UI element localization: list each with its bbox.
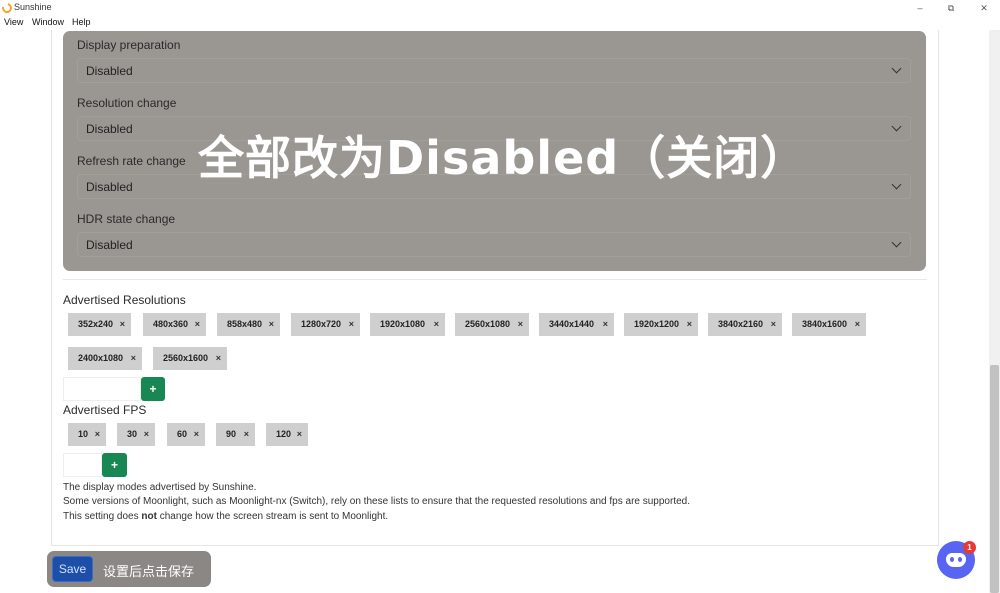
- fps-chip: 30 ×: [117, 423, 155, 446]
- chip-label: 120: [276, 429, 292, 439]
- discord-eye: [950, 557, 954, 562]
- resolution-chip: 3840x2160 ×: [708, 313, 782, 336]
- chevron-down-icon: [891, 121, 902, 132]
- chip-label: 2400x1080: [78, 353, 124, 363]
- resolution-chip: 3840x1600 ×: [792, 313, 866, 336]
- remove-icon[interactable]: ×: [603, 313, 608, 336]
- scrollbar-thumb[interactable]: [990, 365, 999, 593]
- advertised-resolutions-title: Advertised Resolutions: [63, 293, 186, 307]
- description-text: change how the screen stream is sent to …: [156, 511, 389, 522]
- chevron-down-icon: [891, 237, 902, 248]
- chip-label: 352x240: [78, 319, 114, 329]
- chip-label: 3840x1600: [802, 319, 848, 329]
- hdr-state-change-select[interactable]: Disabled: [77, 232, 911, 257]
- chevron-down-icon: [891, 179, 902, 190]
- menu-window[interactable]: Window: [32, 17, 64, 27]
- resolution-chip: 1920x1080 ×: [370, 313, 445, 336]
- description-text: This setting does: [63, 511, 142, 522]
- resolution-input[interactable]: [63, 377, 141, 401]
- chip-label: 480x360: [153, 319, 189, 329]
- chip-label: 1920x1080: [380, 319, 426, 329]
- remove-icon[interactable]: ×: [95, 423, 100, 446]
- overlay-caption: 全部改为Disabled（关闭）: [198, 131, 808, 185]
- resolution-chip: 858x480 ×: [217, 313, 280, 336]
- description-line-2: Some versions of Moonlight, such as Moon…: [63, 496, 690, 507]
- select-value: Disabled: [86, 238, 133, 252]
- resolution-chip: 3440x1440 ×: [539, 313, 614, 336]
- fps-chip: 120 ×: [266, 423, 308, 446]
- resolution-chip: 352x240 ×: [68, 313, 131, 336]
- resolution-chip: 1920x1200 ×: [624, 313, 698, 336]
- remove-icon[interactable]: ×: [349, 313, 354, 336]
- chip-label: 2560x1600: [163, 353, 209, 363]
- sunshine-logo-icon: [0, 1, 14, 15]
- remove-icon[interactable]: ×: [855, 313, 860, 336]
- menu-bar: View Window Help: [0, 16, 1000, 30]
- remove-icon[interactable]: ×: [771, 313, 776, 336]
- description-line-1: The display modes advertised by Sunshine…: [63, 482, 257, 493]
- resolution-chip: 480x360 ×: [143, 313, 206, 336]
- remove-icon[interactable]: ×: [269, 313, 274, 336]
- discord-icon: [946, 553, 966, 567]
- resolution-chip: 1280x720 ×: [291, 313, 360, 336]
- save-caption: 设置后点击保存: [103, 565, 195, 580]
- description-line-3: This setting does not change how the scr…: [63, 511, 388, 522]
- menu-view[interactable]: View: [4, 17, 23, 27]
- chevron-down-icon: [891, 63, 902, 74]
- remove-icon[interactable]: ×: [297, 423, 302, 446]
- discord-eye: [958, 557, 962, 562]
- minimize-button[interactable]: –: [910, 1, 930, 15]
- chip-label: 90: [226, 429, 237, 439]
- section-divider: [63, 279, 927, 280]
- chip-label: 30: [127, 429, 138, 439]
- advertised-fps-title: Advertised FPS: [63, 403, 147, 417]
- title-bar: Sunshine – ⧉ ✕: [0, 0, 1000, 16]
- select-value: Disabled: [86, 180, 133, 194]
- select-value: Disabled: [86, 122, 133, 136]
- fps-chip: 10 ×: [68, 423, 106, 446]
- resolution-chip: 2400x1080 ×: [68, 347, 142, 370]
- chip-label: 858x480: [227, 319, 263, 329]
- remove-icon[interactable]: ×: [120, 313, 125, 336]
- chip-label: 10: [78, 429, 89, 439]
- remove-icon[interactable]: ×: [131, 347, 136, 370]
- maximize-button[interactable]: ⧉: [941, 1, 961, 15]
- resolution-chip: 2560x1600 ×: [153, 347, 227, 370]
- remove-icon[interactable]: ×: [687, 313, 692, 336]
- display-preparation-label: Display preparation: [77, 38, 181, 52]
- description-emphasis: not: [141, 511, 157, 522]
- chip-label: 3440x1440: [549, 319, 595, 329]
- chip-label: 60: [177, 429, 188, 439]
- hdr-state-change-label: HDR state change: [77, 212, 176, 226]
- resolution-chip: 2560x1080 ×: [455, 313, 529, 336]
- window-title: Sunshine: [14, 2, 52, 12]
- menu-help[interactable]: Help: [72, 17, 91, 27]
- display-preparation-select[interactable]: Disabled: [77, 58, 911, 83]
- select-value: Disabled: [86, 64, 133, 78]
- refresh-rate-change-label: Refresh rate change: [77, 154, 186, 168]
- remove-icon[interactable]: ×: [195, 313, 200, 336]
- remove-icon[interactable]: ×: [434, 313, 439, 336]
- remove-icon[interactable]: ×: [144, 423, 149, 446]
- close-button[interactable]: ✕: [974, 1, 994, 15]
- chip-label: 2560x1080: [465, 319, 511, 329]
- fps-chip: 60 ×: [167, 423, 205, 446]
- fps-chip: 90 ×: [216, 423, 255, 446]
- fps-input[interactable]: [63, 453, 102, 477]
- resolution-change-label: Resolution change: [77, 96, 177, 110]
- chip-label: 3840x2160: [718, 319, 764, 329]
- add-fps-button[interactable]: +: [102, 453, 127, 477]
- notification-badge: 1: [963, 541, 976, 554]
- remove-icon[interactable]: ×: [244, 423, 249, 446]
- chip-label: 1280x720: [301, 319, 342, 329]
- remove-icon[interactable]: ×: [194, 423, 199, 446]
- remove-icon[interactable]: ×: [216, 347, 221, 370]
- save-button[interactable]: Save: [52, 556, 93, 582]
- chip-label: 1920x1200: [634, 319, 680, 329]
- remove-icon[interactable]: ×: [518, 313, 523, 336]
- add-resolution-button[interactable]: +: [141, 377, 165, 401]
